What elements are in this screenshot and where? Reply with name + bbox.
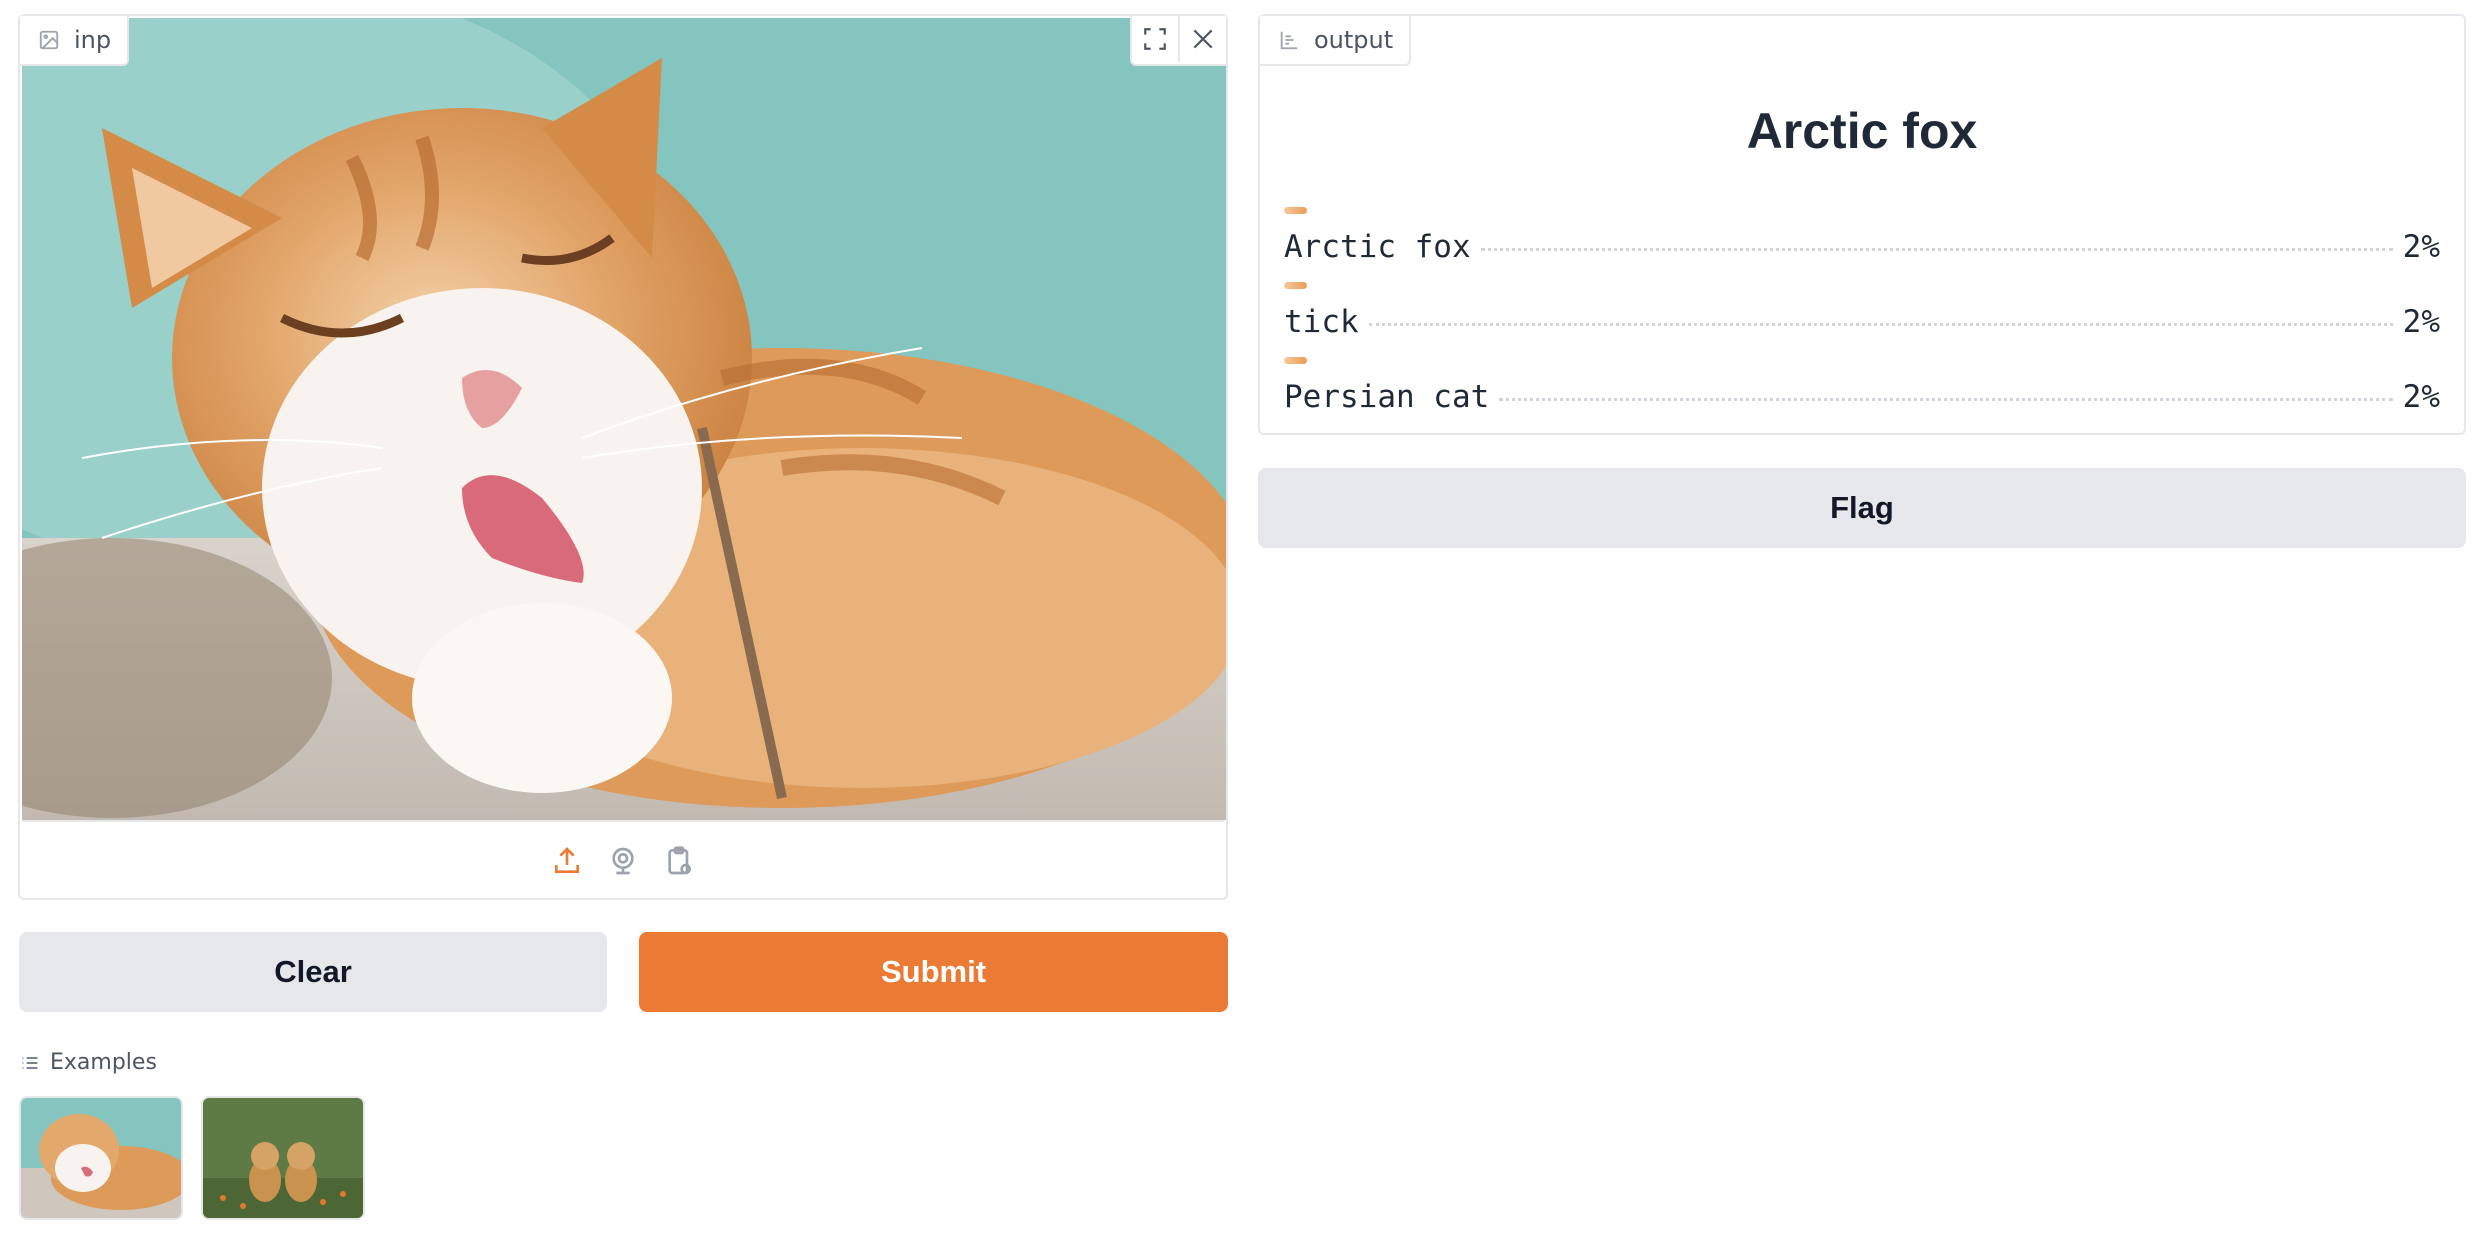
confidence-row: Arctic fox 2% xyxy=(1284,207,2440,273)
list-icon xyxy=(22,1056,38,1069)
uploaded-cat-image[interactable] xyxy=(22,18,1226,820)
submit-button[interactable]: Submit xyxy=(639,932,1228,1012)
flag-button[interactable]: Flag xyxy=(1258,468,2466,548)
confidence-row: tick 2% xyxy=(1284,282,2440,348)
predicted-label: Arctic fox xyxy=(1746,103,1978,159)
clear-button[interactable]: Clear xyxy=(19,932,607,1012)
dotted-leader xyxy=(1368,323,2393,326)
fullscreen-button[interactable] xyxy=(1132,16,1178,62)
input-image-block: inp xyxy=(18,14,1228,900)
puppies-example-thumbnail[interactable] xyxy=(201,1096,365,1220)
upload-icon xyxy=(555,847,579,873)
input-label-chip: inp xyxy=(20,16,130,66)
image-controls xyxy=(1130,16,1226,66)
image-icon xyxy=(39,30,59,50)
close-icon xyxy=(1193,29,1213,49)
confidence-row: Persian cat 2% xyxy=(1284,357,2440,423)
confidence-value: 2% xyxy=(2402,304,2440,340)
confidence-label: Arctic fox xyxy=(1284,229,1471,265)
webcam-source-button[interactable] xyxy=(604,842,642,880)
confidence-value: 2% xyxy=(2402,379,2440,415)
fullscreen-icon xyxy=(1144,28,1166,50)
output-label: output xyxy=(1314,26,1394,54)
confidence-value: 2% xyxy=(2402,229,2440,265)
image-source-bar xyxy=(22,820,1224,900)
cat-example-thumbnail[interactable] xyxy=(19,1096,183,1220)
confidence-label: Persian cat xyxy=(1284,379,1490,415)
clipboard-source-button[interactable] xyxy=(660,842,698,880)
confidence-label: tick xyxy=(1284,304,1359,340)
output-label-block: output Arctic fox Arctic fox 2% tick 2% … xyxy=(1258,14,2466,435)
bar-chart-icon xyxy=(1280,31,1298,50)
dotted-leader xyxy=(1499,398,2393,401)
input-label: inp xyxy=(74,26,112,54)
confidence-bar xyxy=(1284,207,1307,214)
upload-source-button[interactable] xyxy=(548,842,586,880)
confidence-bar xyxy=(1284,357,1307,364)
confidence-bar xyxy=(1284,282,1307,289)
dotted-leader xyxy=(1480,248,2393,251)
output-label-chip: output xyxy=(1260,16,1412,66)
examples-label: Examples xyxy=(50,1050,157,1075)
close-button[interactable] xyxy=(1178,16,1226,62)
webcam-icon xyxy=(612,847,634,875)
clipboard-icon xyxy=(668,846,691,875)
examples-header: Examples xyxy=(20,1050,157,1075)
